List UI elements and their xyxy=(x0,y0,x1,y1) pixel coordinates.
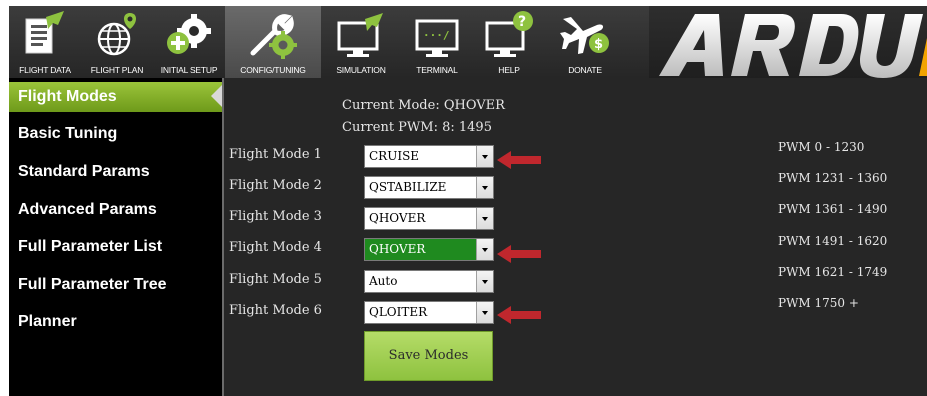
red-arrow-marker-icon xyxy=(497,151,541,169)
flight-mode-3-label: Flight Mode 3 xyxy=(229,209,322,224)
sidebar-item-planner[interactable]: Planner xyxy=(9,307,222,337)
flight-mode-4-label: Flight Mode 4 xyxy=(229,240,322,255)
flight-mode-6-label: Flight Mode 6 xyxy=(229,303,322,318)
terminal-label: TERMINAL xyxy=(416,65,458,75)
flight-mode-4-value: QHOVER xyxy=(369,242,426,256)
sidebar-item-advanced-params[interactable]: Advanced Params xyxy=(9,195,222,225)
svg-text:?: ? xyxy=(518,14,526,30)
flight-mode-1-value: CRUISE xyxy=(369,149,420,163)
main-toolbar: FLIGHT DATA FLIGHT PLAN INITIAL SETUP CO… xyxy=(9,6,927,78)
config-tuning-label: CONFIG/TUNING xyxy=(240,65,306,75)
donate-icon: $ xyxy=(557,10,613,60)
current-pwm-text: Current PWM: 8: 1495 xyxy=(342,120,492,135)
save-modes-button[interactable]: Save Modes xyxy=(364,331,493,381)
donate-label: DONATE xyxy=(568,65,602,75)
flight-data-label: FLIGHT DATA xyxy=(19,65,71,75)
flight-plan-button[interactable]: FLIGHT PLAN xyxy=(81,6,153,78)
initial-setup-button[interactable]: INITIAL SETUP xyxy=(153,6,225,78)
red-arrow-marker-icon xyxy=(497,245,541,263)
flight-mode-3-select[interactable]: QHOVER xyxy=(364,207,494,230)
pwm-range-2: PWM 1231 - 1360 xyxy=(778,171,888,185)
flight-data-button[interactable]: FLIGHT DATA xyxy=(9,6,81,78)
sidebar-item-flight-modes[interactable]: Flight Modes xyxy=(9,82,222,112)
chevron-down-icon[interactable] xyxy=(476,239,493,260)
pwm-range-5: PWM 1621 - 1749 xyxy=(778,265,888,279)
svg-text:$: $ xyxy=(594,37,603,52)
current-mode-text: Current Mode: QHOVER xyxy=(342,98,505,113)
initial-setup-label: INITIAL SETUP xyxy=(160,65,218,75)
chevron-down-icon[interactable] xyxy=(476,271,493,292)
simulation-button[interactable]: SIMULATION xyxy=(321,6,401,78)
pwm-range-4: PWM 1491 - 1620 xyxy=(778,234,888,248)
chevron-down-icon[interactable] xyxy=(476,302,493,323)
sidebar-item-full-parameter-tree[interactable]: Full Parameter Tree xyxy=(9,270,222,300)
flight-mode-1-select[interactable]: CRUISE xyxy=(364,145,494,168)
sidebar: Flight Modes Basic Tuning Standard Param… xyxy=(9,78,222,396)
simulation-icon xyxy=(335,10,387,60)
flight-mode-3-value: QHOVER xyxy=(369,211,426,225)
terminal-icon: ···/ xyxy=(413,10,461,60)
chevron-down-icon[interactable] xyxy=(476,146,493,167)
config-tuning-button[interactable]: CONFIG/TUNING xyxy=(225,6,321,78)
flight-mode-1-label: Flight Mode 1 xyxy=(229,147,322,162)
sidebar-item-standard-params[interactable]: Standard Params xyxy=(9,157,222,187)
help-label: HELP xyxy=(498,65,520,75)
ardupilot-logo xyxy=(649,6,927,78)
chevron-down-icon[interactable] xyxy=(476,177,493,198)
pwm-range-3: PWM 1361 - 1490 xyxy=(778,202,888,216)
terminal-button[interactable]: ···/ TERMINAL xyxy=(401,6,473,78)
initial-setup-icon xyxy=(164,10,214,60)
svg-text:···/: ···/ xyxy=(423,29,450,42)
flight-mode-4-select[interactable]: QHOVER xyxy=(364,238,494,261)
red-arrow-marker-icon xyxy=(497,306,541,324)
flight-modes-panel: Current Mode: QHOVER Current PWM: 8: 149… xyxy=(224,78,927,396)
donate-button[interactable]: $ DONATE xyxy=(545,6,625,78)
flight-mode-5-select[interactable]: Auto xyxy=(364,270,494,293)
chevron-down-icon[interactable] xyxy=(476,208,493,229)
help-icon: ? xyxy=(483,10,535,60)
flight-mode-2-label: Flight Mode 2 xyxy=(229,178,322,193)
pwm-range-6: PWM 1750 + xyxy=(778,296,859,310)
config-tuning-icon xyxy=(245,10,301,60)
flight-mode-5-value: Auto xyxy=(369,274,398,288)
sidebar-item-basic-tuning[interactable]: Basic Tuning xyxy=(9,119,222,149)
flight-plan-icon xyxy=(94,10,140,60)
flight-mode-2-select[interactable]: QSTABILIZE xyxy=(364,176,494,199)
help-button[interactable]: ? HELP xyxy=(473,6,545,78)
flight-mode-6-select[interactable]: QLOITER xyxy=(364,301,494,324)
flight-mode-5-label: Flight Mode 5 xyxy=(229,272,322,287)
sidebar-item-full-parameter-list[interactable]: Full Parameter List xyxy=(9,232,222,262)
flight-mode-6-value: QLOITER xyxy=(369,305,428,319)
flight-plan-label: FLIGHT PLAN xyxy=(90,65,144,75)
flight-mode-2-value: QSTABILIZE xyxy=(369,180,447,194)
pwm-range-1: PWM 0 - 1230 xyxy=(778,140,865,154)
simulation-label: SIMULATION xyxy=(336,65,386,75)
flight-data-icon xyxy=(22,10,68,60)
